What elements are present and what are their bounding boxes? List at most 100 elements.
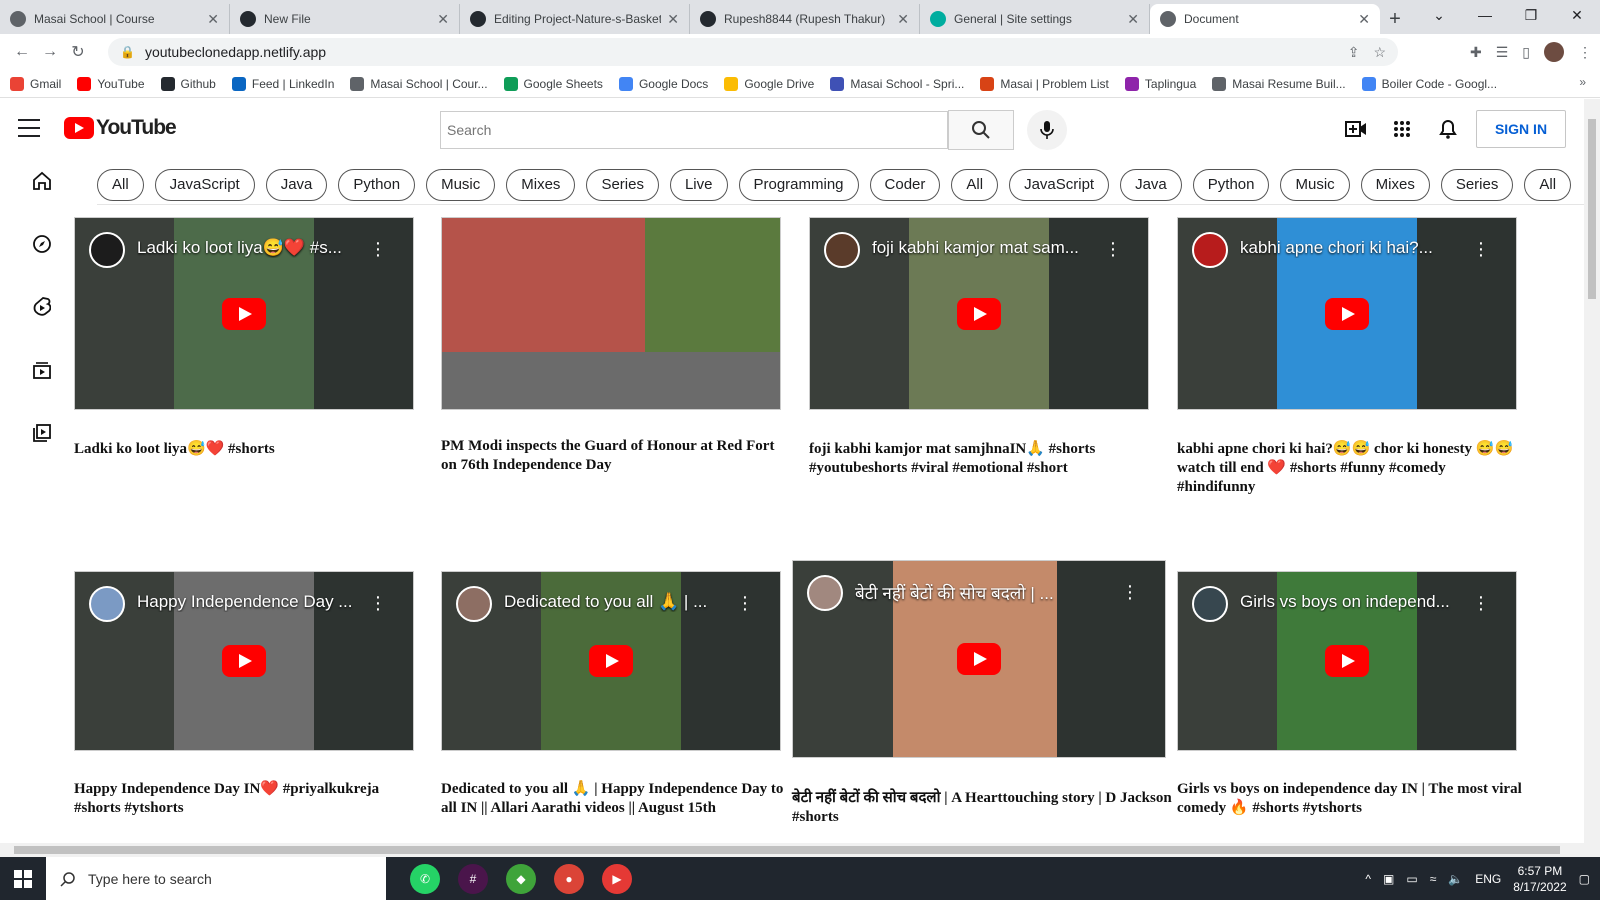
video-title[interactable]: Happy Independence Day IN❤️ #priyalkukre… (74, 780, 420, 818)
filter-chip[interactable]: Java (1120, 169, 1182, 201)
video-title[interactable]: kabhi apne chori ki hai?😅😅 chor ki hones… (1177, 440, 1523, 497)
filter-chip[interactable]: All (951, 169, 999, 201)
search-button[interactable] (948, 110, 1014, 150)
bookmark-item[interactable]: Masai Resume Buil... (1212, 76, 1346, 91)
screen-recorder-icon[interactable]: ▶ (602, 863, 632, 894)
browser-tab[interactable]: Masai School | Course ✕ (0, 4, 230, 34)
tab-close-icon[interactable]: ✕ (207, 11, 219, 28)
more-options-icon[interactable]: · · · (1125, 576, 1135, 608)
more-options-icon[interactable]: · · · (373, 233, 383, 265)
omnibox[interactable]: 🔒 youtubeclonedapp.netlify.app ⇪ ☆ (108, 38, 1398, 66)
volume-icon[interactable]: 🔈 (1448, 872, 1463, 886)
close-window-icon[interactable]: ✕ (1554, 0, 1600, 30)
filter-chip[interactable]: Series (1440, 169, 1514, 201)
video-title[interactable]: बेटी नहीं बेटों की सोच बदलो | A Hearttou… (792, 789, 1172, 827)
side-panel-icon[interactable]: ▯ (1522, 44, 1530, 61)
browser-tab[interactable]: Document ✕ (1150, 4, 1380, 34)
language-indicator[interactable]: ENG (1475, 872, 1501, 886)
filter-chip[interactable]: JavaScript (154, 169, 255, 201)
video-thumbnail[interactable]: बेटी नहीं बेटों की सोच बदलो | ... · · · (792, 560, 1166, 758)
more-options-icon[interactable]: · · · (373, 587, 383, 619)
video-thumbnail[interactable]: Ladki ko loot liya😅❤️ #s... · · · (74, 217, 414, 410)
bookmark-item[interactable]: Masai | Problem List (980, 76, 1109, 91)
video-thumbnail[interactable]: Happy Independence Day ... · · · (74, 571, 414, 751)
chrome-menu-icon[interactable]: ⋮ (1578, 44, 1592, 61)
hamburger-menu-icon[interactable] (18, 119, 40, 137)
home-icon[interactable] (30, 169, 54, 193)
video-thumbnail[interactable]: kabhi apne chori ki hai?... · · · (1177, 217, 1517, 410)
taskbar-search-box[interactable]: Type here to search (46, 857, 386, 900)
bookmark-item[interactable]: Google Drive (724, 76, 814, 91)
reload-icon[interactable]: ↻ (64, 38, 92, 66)
wifi-icon[interactable]: ≈ (1430, 872, 1437, 886)
library-icon[interactable] (30, 421, 54, 445)
video-thumbnail[interactable] (441, 217, 781, 410)
play-button-icon[interactable] (589, 645, 633, 677)
play-button-icon[interactable] (222, 297, 266, 330)
new-tab-icon[interactable]: + (1380, 4, 1410, 34)
youtube-logo[interactable]: YouTube (64, 116, 177, 140)
more-options-icon[interactable]: · · · (740, 587, 750, 619)
clock[interactable]: 6:57 PM 8/17/2022 (1513, 863, 1566, 895)
subscriptions-icon[interactable] (30, 358, 54, 382)
filter-chip[interactable]: Coder (869, 169, 941, 201)
filter-chip[interactable]: Series (586, 169, 659, 201)
bookmark-item[interactable]: Masai School | Cour... (350, 76, 488, 91)
back-icon[interactable]: ← (8, 38, 36, 66)
green-app-icon[interactable]: ◆ (506, 863, 536, 894)
chrome-icon[interactable]: ● (554, 863, 584, 894)
filter-chip[interactable]: Python (1192, 169, 1270, 201)
browser-tab[interactable]: General | Site settings ✕ (920, 4, 1150, 34)
tab-close-icon[interactable]: ✕ (1358, 11, 1370, 28)
profile-avatar[interactable] (1544, 42, 1564, 62)
filter-chip[interactable]: Programming (738, 169, 859, 201)
filter-chip[interactable]: Mixes (1360, 169, 1430, 201)
filter-chip[interactable]: Java (265, 169, 328, 201)
tray-chevron-icon[interactable]: ^ (1365, 872, 1371, 886)
minimize-icon[interactable]: — (1462, 0, 1508, 30)
bookmark-item[interactable]: Feed | LinkedIn (231, 76, 334, 91)
play-button-icon[interactable] (957, 297, 1001, 330)
filter-chip[interactable]: Music (1280, 169, 1350, 201)
filter-chip[interactable]: Live (669, 169, 728, 201)
bookmark-item[interactable]: Masai School - Spri... (830, 76, 964, 91)
video-title[interactable]: PM Modi inspects the Guard of Honour at … (441, 437, 787, 475)
tab-close-icon[interactable]: ✕ (437, 11, 449, 28)
battery-icon[interactable]: ▭ (1406, 872, 1417, 886)
slack-icon[interactable]: # (458, 863, 488, 894)
play-button-icon[interactable] (1325, 645, 1369, 677)
bookmark-item[interactable]: Github (160, 76, 216, 91)
more-options-icon[interactable]: · · · (1476, 587, 1486, 619)
video-title[interactable]: Ladki ko loot liya😅❤️ #shorts (74, 440, 420, 459)
more-options-icon[interactable]: · · · (1108, 233, 1118, 265)
shorts-icon[interactable] (30, 295, 54, 319)
filter-chip[interactable]: Music (426, 169, 496, 201)
play-button-icon[interactable] (1325, 297, 1369, 330)
bookmark-item[interactable]: Google Docs (618, 76, 708, 91)
browser-tab[interactable]: New File ✕ (230, 4, 460, 34)
meet-now-icon[interactable]: ▣ (1383, 872, 1394, 886)
play-button-icon[interactable] (222, 645, 266, 677)
play-button-icon[interactable] (957, 643, 1001, 675)
video-title[interactable]: Dedicated to you all 🙏 | Happy Independe… (441, 780, 787, 818)
video-thumbnail[interactable]: Girls vs boys on independ... · · · (1177, 571, 1517, 751)
browser-tab[interactable]: Editing Project-Nature-s-Basket ✕ (460, 4, 690, 34)
browser-tab[interactable]: Rupesh8844 (Rupesh Thakur) ✕ (690, 4, 920, 34)
filter-chip[interactable]: All (97, 169, 144, 201)
video-thumbnail[interactable]: foji kabhi kamjor mat sam... · · · (809, 217, 1149, 410)
voice-search-button[interactable] (1027, 110, 1067, 150)
whatsapp-icon[interactable]: ✆ (410, 863, 440, 894)
filter-chip[interactable]: All (1524, 169, 1572, 201)
tab-search-icon[interactable]: ⌄ (1416, 0, 1462, 30)
filter-chip[interactable]: Python (338, 169, 416, 201)
sign-in-button[interactable]: SIGN IN (1476, 110, 1566, 148)
share-icon[interactable]: ⇪ (1348, 44, 1360, 61)
tab-close-icon[interactable]: ✕ (1127, 11, 1139, 28)
video-thumbnail[interactable]: Dedicated to you all 🙏 | ... · · · (441, 571, 781, 751)
explore-compass-icon[interactable] (30, 232, 54, 256)
bookmark-item[interactable]: Taplingua (1124, 76, 1196, 91)
extensions-icon[interactable]: ✚ (1470, 44, 1482, 61)
vertical-scrollbar[interactable] (1584, 99, 1600, 857)
restore-icon[interactable]: ❐ (1508, 0, 1554, 30)
filter-chip[interactable]: JavaScript (1009, 169, 1110, 201)
